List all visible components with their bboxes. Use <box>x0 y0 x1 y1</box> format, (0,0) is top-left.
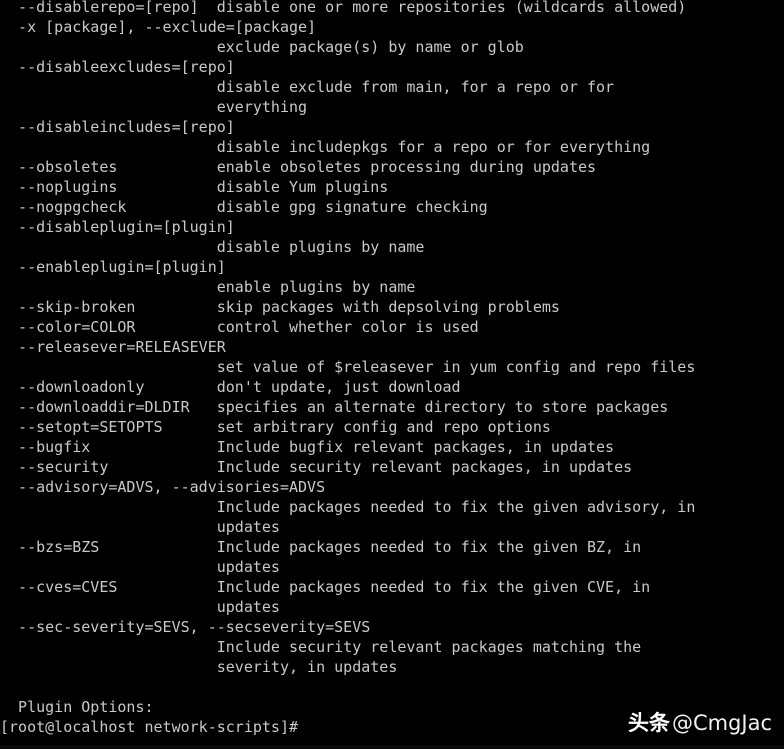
terminal-line: enable plugins by name <box>0 278 416 296</box>
terminal-line: --disablerepo=[repo] disable one or more… <box>0 0 687 16</box>
terminal-line: disable includepkgs for a repo or for ev… <box>0 138 651 156</box>
terminal-line: --sec-severity=SEVS, --secseverity=SEVS <box>0 618 371 636</box>
terminal-line: set value of $releasever in yum config a… <box>0 358 696 376</box>
terminal-line: --releasever=RELEASEVER <box>0 338 226 356</box>
terminal-line: --disableplugin=[plugin] <box>0 218 235 236</box>
terminal-line: --skip-broken skip packages with depsolv… <box>0 298 560 316</box>
terminal-line: -x [package], --exclude=[package] <box>0 18 317 36</box>
terminal-line: --noplugins disable Yum plugins <box>0 178 389 196</box>
terminal-line: Include security relevant packages match… <box>0 638 642 656</box>
terminal-line: --cves=CVES Include packages needed to f… <box>0 578 651 596</box>
terminal-line: --color=COLOR control whether color is u… <box>0 318 479 336</box>
terminal-line: [root@localhost network-scripts]# <box>0 718 299 736</box>
terminal-line: --downloadonly don't update, just downlo… <box>0 378 461 396</box>
terminal-window[interactable]: --disablerepo=[repo] disable one or more… <box>0 0 784 749</box>
terminal-line: exclude package(s) by name or glob <box>0 38 524 56</box>
terminal-line: --bugfix Include bugfix relevant package… <box>0 438 615 456</box>
terminal-line: --disableexcludes=[repo] <box>0 58 235 76</box>
terminal-line: --advisory=ADVS, --advisories=ADVS <box>0 478 326 496</box>
terminal-line: disable exclude from main, for a repo or… <box>0 78 615 96</box>
terminal-line: updates <box>0 518 280 536</box>
terminal-line: everything <box>0 98 308 116</box>
terminal-line: disable plugins by name <box>0 238 425 256</box>
terminal-line: updates <box>0 598 280 616</box>
terminal-line: Plugin Options: <box>0 698 154 716</box>
terminal-line: Include packages needed to fix the given… <box>0 498 696 516</box>
terminal-line: --setopt=SETOPTS set arbitrary config an… <box>0 418 551 436</box>
terminal-line: severity, in updates <box>0 658 398 676</box>
terminal-line: --disableincludes=[repo] <box>0 118 235 136</box>
terminal-line: --nogpgcheck disable gpg signature check… <box>0 198 488 216</box>
bottom-edge-strip <box>0 745 784 749</box>
terminal-line: updates <box>0 558 280 576</box>
terminal-line: --security Include security relevant pac… <box>0 458 633 476</box>
terminal-line: --bzs=BZS Include packages needed to fix… <box>0 538 642 556</box>
terminal-line: --obsoletes enable obsoletes processing … <box>0 158 597 176</box>
terminal-output: --disablerepo=[repo] disable one or more… <box>0 0 784 737</box>
terminal-line: --enableplugin=[plugin] <box>0 258 226 276</box>
terminal-line: --downloaddir=DLDIR specifies an alterna… <box>0 398 669 416</box>
